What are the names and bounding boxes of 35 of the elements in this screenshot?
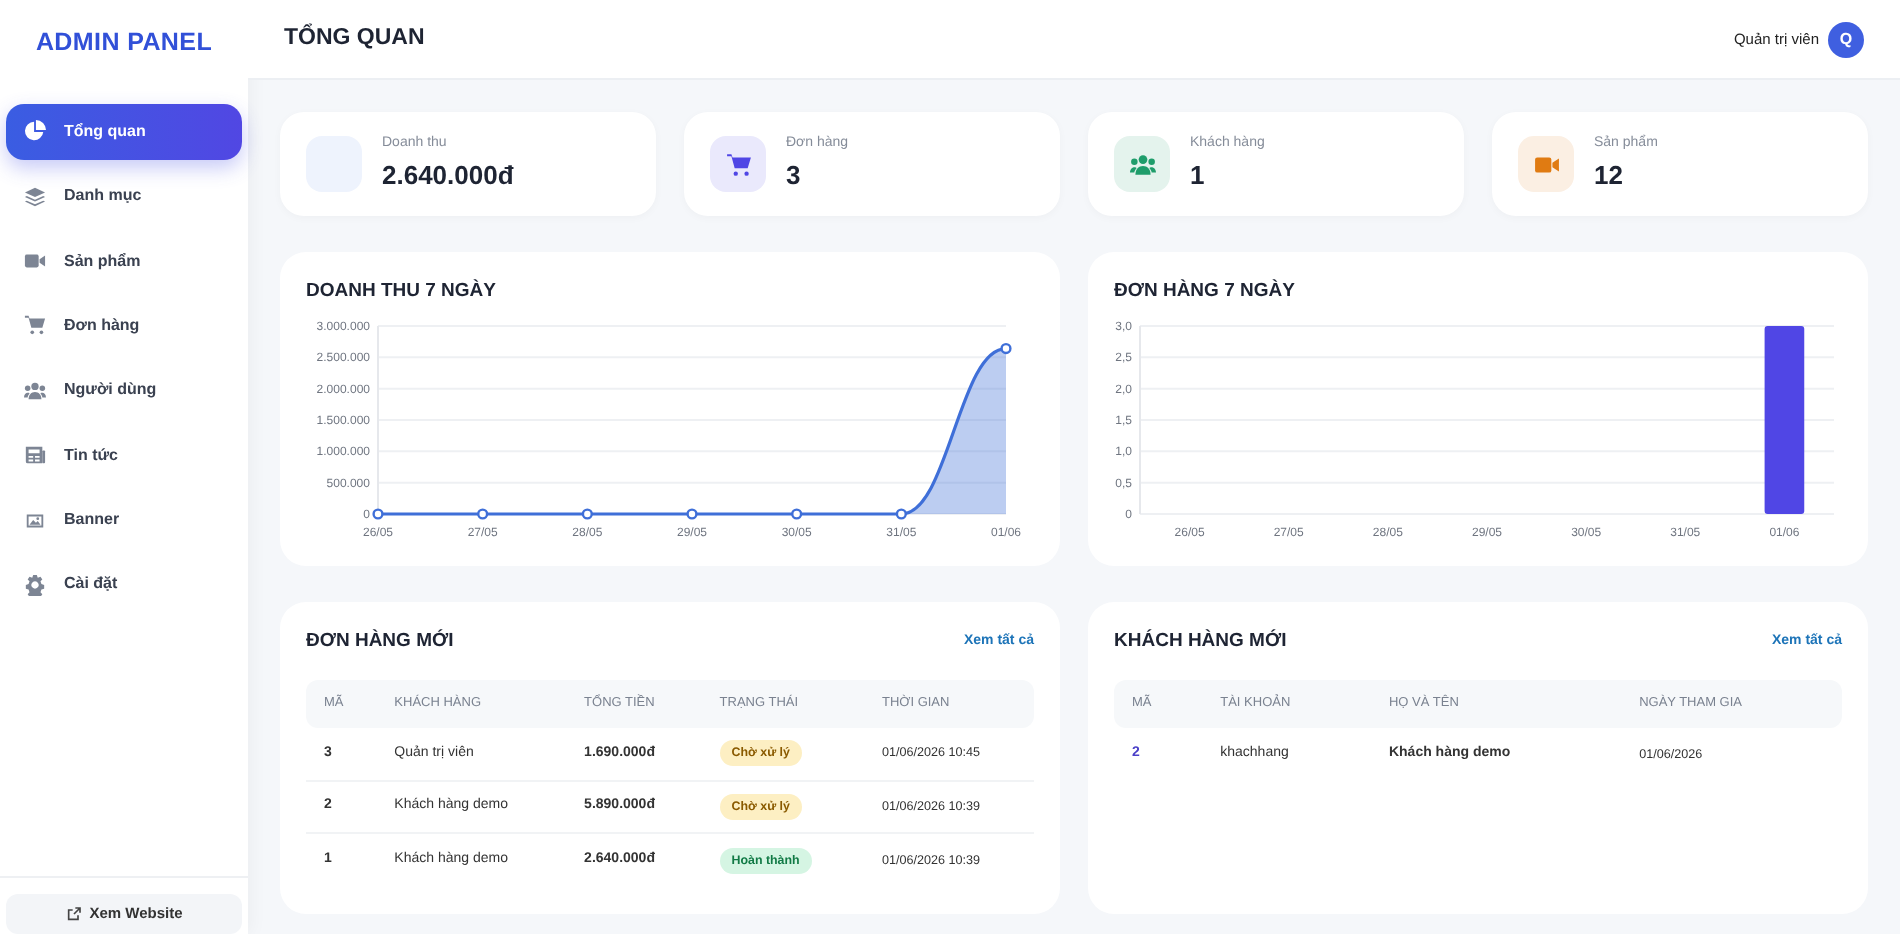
chart-title: ĐƠN HÀNG 7 NGÀY [1114, 278, 1297, 306]
stat-value: 3 [786, 157, 803, 193]
newspaper-icon [24, 444, 46, 467]
video-camera-icon [24, 250, 46, 273]
nav-item[interactable]: Tổng quan [6, 103, 242, 160]
brand-logo: ADMIN PANEL [33, 26, 215, 60]
data-point [372, 507, 384, 520]
chart-title: DOANH THU 7 NGÀY [306, 278, 499, 306]
nav-item[interactable]: Đơn hàng [6, 297, 242, 354]
nav-item[interactable]: Tin tức [6, 427, 242, 484]
data-point [791, 507, 803, 520]
data-point [895, 507, 907, 520]
data-point [477, 507, 489, 520]
image-icon [24, 509, 46, 532]
stat-value: 2.640.000đ [382, 157, 514, 193]
card-title: KHÁCH HÀNG MỚI [1114, 627, 1287, 656]
stat-value: 1 [1190, 157, 1207, 193]
user-avatar[interactable]: Q [1828, 21, 1864, 57]
pie-chart-icon [24, 120, 46, 143]
settings-icon [24, 573, 46, 596]
card-title: ĐƠN HÀNG MỚI [306, 627, 454, 656]
page-title: TỔNG QUAN [284, 21, 425, 54]
nav-item[interactable]: Cài đặt [6, 556, 242, 613]
cart-icon [24, 314, 46, 337]
stat-value: 12 [1594, 157, 1625, 193]
nav-item[interactable]: Sản phẩm [6, 233, 242, 290]
nav-item[interactable]: Danh mục [6, 168, 242, 225]
layers-icon [24, 185, 46, 208]
nav-item[interactable]: Banner [6, 492, 242, 549]
users-icon [24, 379, 46, 402]
data-point [686, 507, 698, 520]
nav-item[interactable]: Người dùng [6, 362, 242, 419]
data-point [581, 507, 593, 520]
data-point [1000, 342, 1012, 354]
external-link-icon [65, 906, 82, 922]
